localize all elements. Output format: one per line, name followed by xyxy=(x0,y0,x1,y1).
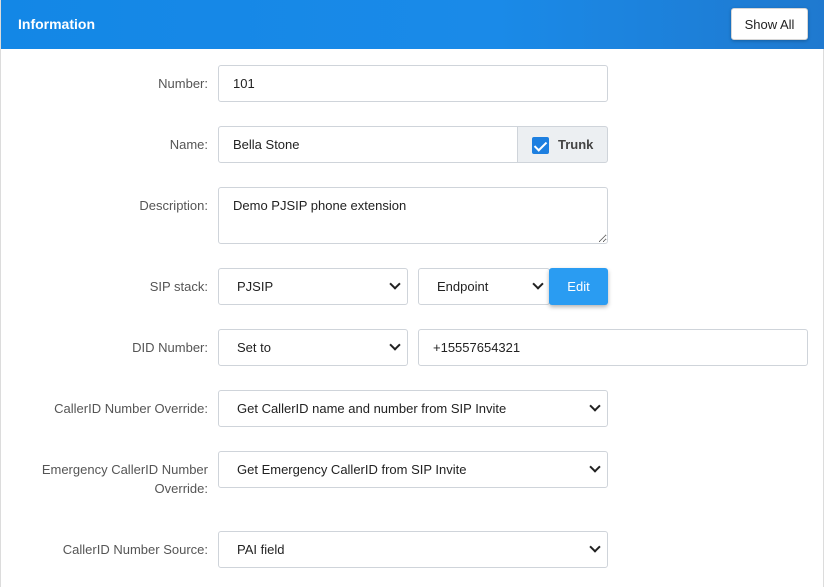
show-all-button[interactable]: Show All xyxy=(731,8,808,40)
information-panel: Information Show All Number: Name: Trunk… xyxy=(0,0,824,587)
did-mode-value: Set to xyxy=(237,340,271,355)
trunk-toggle[interactable]: Trunk xyxy=(517,126,608,163)
callerid-source-value: PAI field xyxy=(237,542,285,557)
panel-header: Information Show All xyxy=(1,0,824,49)
description-textarea[interactable]: Demo PJSIP phone extension xyxy=(218,187,608,244)
callerid-source-label: CallerID Number Source: xyxy=(62,542,208,557)
sip-stack-select[interactable]: PJSIP xyxy=(218,268,408,305)
number-input[interactable] xyxy=(218,65,608,102)
callerid-override-label: CallerID Number Override: xyxy=(54,401,208,416)
sip-stack-value: PJSIP xyxy=(237,279,274,294)
emergency-override-label: Emergency CallerID Number Override: xyxy=(1,460,208,498)
description-label: Description: xyxy=(139,198,208,213)
emergency-override-select[interactable]: Get Emergency CallerID from SIP Invite xyxy=(218,451,608,488)
did-mode-select[interactable]: Set to xyxy=(218,329,408,366)
sip-mode-value: Endpoint xyxy=(437,279,489,294)
number-label: Number: xyxy=(158,76,208,91)
name-input[interactable] xyxy=(218,126,518,163)
trunk-checkbox[interactable] xyxy=(532,137,549,154)
did-number-input[interactable] xyxy=(418,329,808,366)
did-number-label: DID Number: xyxy=(132,340,208,355)
name-label: Name: xyxy=(169,137,208,152)
callerid-override-select[interactable]: Get CallerID name and number from SIP In… xyxy=(218,390,608,427)
panel-title: Information xyxy=(18,16,95,32)
callerid-source-select[interactable]: PAI field xyxy=(218,531,608,568)
sip-stack-label: SIP stack: xyxy=(149,279,208,294)
emergency-override-label-line2: Override: xyxy=(154,481,208,496)
edit-endpoint-button[interactable]: Edit xyxy=(549,268,608,305)
emergency-override-value: Get Emergency CallerID from SIP Invite xyxy=(237,462,467,477)
trunk-label: Trunk xyxy=(558,137,594,152)
sip-mode-select[interactable]: Endpoint xyxy=(418,268,550,305)
emergency-override-label-line1: Emergency CallerID Number xyxy=(41,462,208,477)
callerid-override-value: Get CallerID name and number from SIP In… xyxy=(237,401,507,416)
